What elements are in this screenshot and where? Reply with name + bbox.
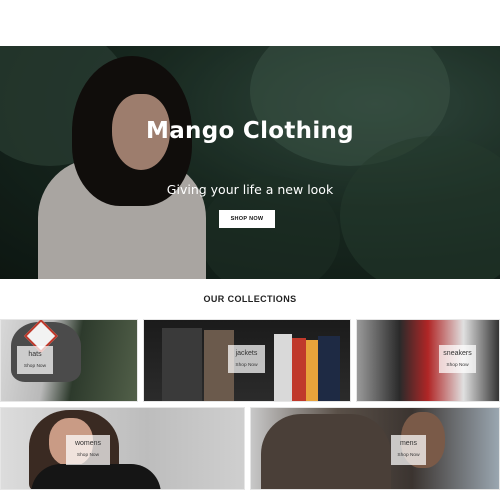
hero-overlay bbox=[0, 46, 500, 279]
collection-label: jackets bbox=[235, 350, 258, 357]
collection-tile-womens[interactable]: womens Shop Now bbox=[0, 407, 245, 490]
collection-label: mens bbox=[399, 440, 418, 447]
jacket-rack-image bbox=[274, 334, 292, 401]
collection-label-box: jackets Shop Now bbox=[228, 345, 265, 373]
shop-now-link[interactable]: Shop Now bbox=[228, 363, 265, 368]
jacket-rack-image bbox=[292, 338, 306, 401]
hero-title: Mango Clothing bbox=[146, 118, 354, 144]
collection-label-box: womens Shop Now bbox=[66, 435, 110, 465]
collection-label: hats bbox=[28, 351, 42, 358]
collections-heading: OUR COLLECTIONS bbox=[203, 294, 297, 304]
top-header-bar bbox=[0, 0, 500, 46]
collection-label: womens bbox=[74, 440, 102, 447]
collection-tile-sneakers[interactable]: sneakers Shop Now bbox=[356, 319, 500, 402]
shop-now-link[interactable]: Shop Now bbox=[391, 453, 426, 458]
jacket-rack-image bbox=[318, 336, 340, 401]
collection-tile-hats[interactable]: hats Shop Now bbox=[0, 319, 138, 402]
collection-label-box: hats Shop Now bbox=[17, 346, 53, 374]
shop-now-link[interactable]: Shop Now bbox=[439, 363, 476, 368]
womens-model-top bbox=[31, 464, 161, 489]
shop-now-button[interactable]: SHOP NOW bbox=[219, 210, 275, 228]
mens-model-jacket bbox=[261, 414, 391, 489]
collection-tile-mens[interactable]: mens Shop Now bbox=[250, 407, 500, 490]
collection-label-box: mens Shop Now bbox=[391, 435, 426, 465]
collection-label: sneakers bbox=[443, 350, 472, 357]
shop-now-link[interactable]: Shop Now bbox=[66, 453, 110, 458]
collection-tile-jackets[interactable]: jackets Shop Now bbox=[143, 319, 351, 402]
hero-banner: Mango Clothing Giving your life a new lo… bbox=[0, 46, 500, 279]
hero-subtitle: Giving your life a new look bbox=[166, 182, 334, 197]
collection-label-box: sneakers Shop Now bbox=[439, 345, 476, 373]
jacket-rack-image bbox=[162, 328, 202, 401]
jacket-rack-image bbox=[306, 340, 318, 401]
shop-now-link[interactable]: Shop Now bbox=[17, 364, 53, 369]
